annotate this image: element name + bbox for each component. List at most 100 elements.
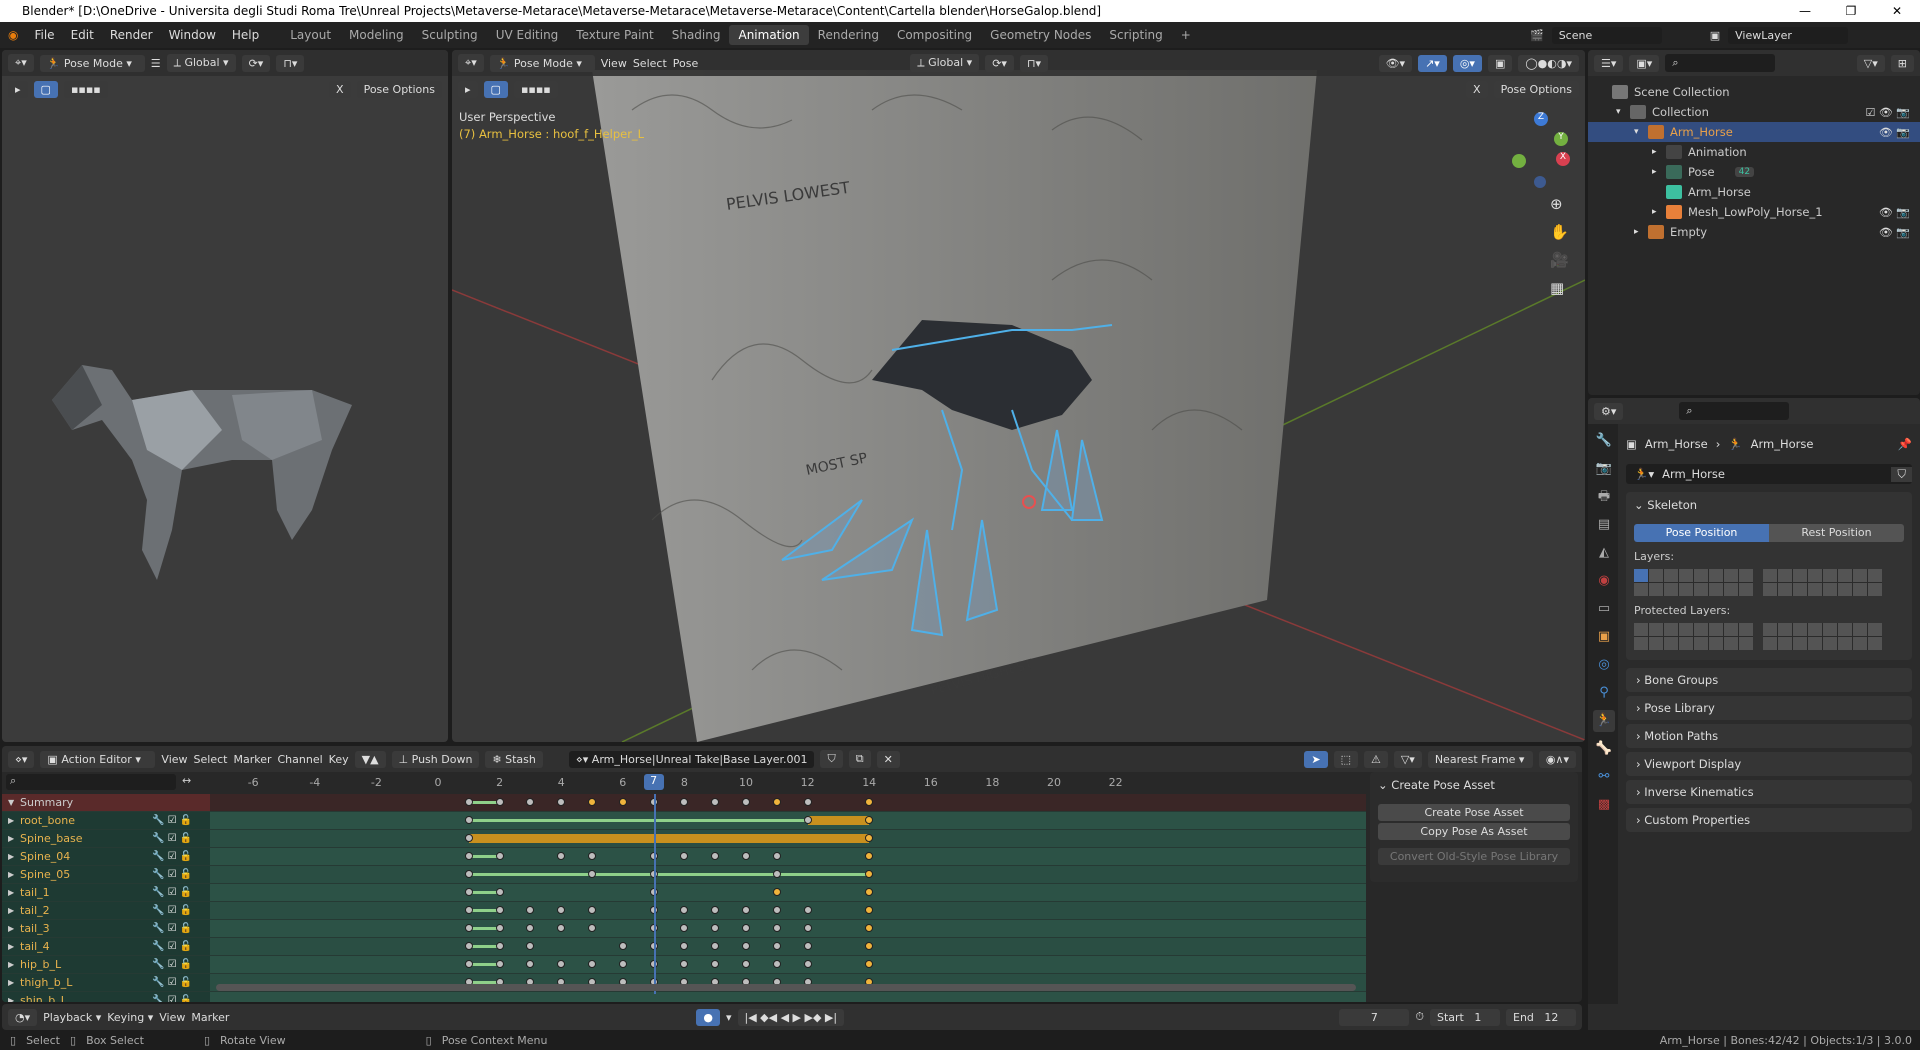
orientation-selector[interactable]: ⟂ Global ▾ — [910, 54, 980, 72]
start-frame-field[interactable]: Start 1 — [1430, 1008, 1500, 1026]
keyframe[interactable] — [865, 870, 874, 878]
keyframe[interactable] — [464, 816, 473, 824]
keyframe[interactable] — [865, 798, 874, 806]
show-hidden-icon[interactable]: ⬚ — [1333, 750, 1358, 768]
bone-constraint-tab-icon[interactable]: ⚯ — [1593, 766, 1615, 788]
keyframe[interactable] — [495, 924, 504, 932]
menu-view[interactable]: View — [601, 57, 627, 70]
hamburger-icon[interactable]: ☰ — [151, 57, 161, 70]
tab-modeling[interactable]: Modeling — [340, 25, 413, 45]
gizmo-neg-y[interactable] — [1512, 154, 1526, 168]
keyframe[interactable] — [772, 960, 781, 968]
visibility-icon[interactable]: 👁▾ — [1378, 54, 1413, 72]
snap-icon[interactable]: ⊓▾ — [276, 54, 305, 72]
expand-triangle-icon[interactable]: ▶ — [8, 812, 14, 829]
tab-geometry-nodes[interactable]: Geometry Nodes — [981, 25, 1100, 45]
menu-edit[interactable]: Edit — [63, 28, 102, 42]
tab-sculpting[interactable]: Sculpting — [413, 25, 487, 45]
stash-button[interactable]: ❄ Stash — [485, 750, 543, 768]
panel-motion-paths[interactable]: › Motion Paths — [1626, 724, 1912, 748]
expand-triangle-icon[interactable]: ▶ — [8, 920, 14, 937]
menu-select[interactable]: Select — [194, 753, 228, 766]
filter-icon[interactable]: ▽▾ — [1393, 750, 1422, 768]
skeleton-panel-header[interactable]: ⌄ Skeleton — [1634, 498, 1904, 518]
keyframe[interactable] — [865, 942, 874, 950]
menu-view[interactable]: View — [161, 753, 187, 766]
menu-key[interactable]: Key — [329, 753, 349, 766]
push-down-button[interactable]: ⊥ Push Down — [391, 750, 480, 768]
menu-window[interactable]: Window — [161, 28, 224, 42]
new-action-icon[interactable]: ⧉ — [848, 750, 871, 768]
auto-key-options-icon[interactable]: ▾ — [726, 1011, 732, 1024]
outliner-item[interactable]: Scene Collection — [1588, 82, 1920, 102]
world-tab-icon[interactable]: ◉ — [1593, 570, 1615, 592]
expand-triangle-icon[interactable]: ▶ — [8, 974, 14, 991]
rest-position-button[interactable]: Rest Position — [1769, 524, 1904, 542]
blender-logo-icon[interactable]: ◉ — [0, 28, 26, 42]
copy-pose-as-asset-button[interactable]: Copy Pose As Asset — [1378, 823, 1570, 840]
keyframe[interactable] — [742, 852, 750, 860]
keyframe[interactable] — [772, 798, 781, 806]
editor-type-button[interactable]: ⚙▾ — [1594, 402, 1624, 420]
keyframe[interactable] — [618, 960, 627, 968]
channel-name[interactable]: thigh_b_L — [20, 976, 72, 989]
keyframe[interactable] — [772, 906, 781, 914]
view-layer-selector[interactable]: ViewLayer — [1728, 26, 1849, 44]
keyframe[interactable] — [495, 888, 504, 896]
expand-triangle-icon[interactable]: ▶ — [8, 992, 14, 1002]
outliner-search-input[interactable]: ⌕ — [1665, 54, 1776, 72]
keyframe[interactable] — [680, 798, 689, 806]
maximize-button[interactable]: ❐ — [1828, 0, 1874, 22]
channel-toggles-icon[interactable]: 🔧 ☑ 🔓 — [152, 812, 192, 829]
main-3d-viewport[interactable]: PELVIS LOWEST MOST SP PELVIS HIGHEST ⌖▾ … — [452, 50, 1585, 742]
keyframe[interactable] — [711, 906, 720, 914]
overlays-toggle-icon[interactable]: ◎▾ — [1452, 54, 1482, 72]
keyframe[interactable] — [803, 924, 812, 932]
channel-name[interactable]: shin_b_L — [20, 994, 67, 1002]
outliner-item[interactable]: ▾ Arm_Horse 👁 📷 — [1588, 122, 1920, 142]
new-collection-icon[interactable]: ⊞ — [1890, 54, 1914, 72]
select-mode-options-icon[interactable]: ▪▪▪▪ — [63, 80, 108, 98]
outliner-item[interactable]: ▾ Collection ☑ 👁 📷 — [1588, 102, 1920, 122]
keyframe[interactable] — [865, 906, 874, 914]
properties-search-input[interactable]: ⌕ — [1679, 402, 1790, 420]
protected-layers-grid[interactable] — [1634, 623, 1904, 650]
keyframe[interactable] — [772, 852, 781, 860]
playhead-line[interactable] — [653, 794, 656, 994]
disclosure-triangle-icon[interactable]: ▸ — [1634, 227, 1648, 237]
channel-name[interactable]: Summary — [20, 796, 73, 809]
render-tab-icon[interactable]: 📷 — [1593, 458, 1615, 480]
menu-view[interactable]: View — [159, 1011, 185, 1024]
disclosure-triangle-icon[interactable]: ▸ — [1652, 147, 1666, 157]
editor-type-button[interactable]: ⌖▾ — [458, 54, 484, 72]
channel-toggles-icon[interactable]: 🔧 ☑ 🔓 — [152, 956, 192, 973]
select-tool-icon[interactable]: ▸ — [458, 80, 478, 98]
keyframe[interactable] — [865, 816, 874, 824]
channel-row[interactable]: ▶ tail_2 🔧 ☑ 🔓 — [2, 902, 1366, 919]
keyframe[interactable] — [618, 942, 627, 950]
armature-data-tab-icon[interactable]: 🏃 — [1593, 710, 1615, 732]
keyframe[interactable] — [526, 906, 535, 914]
tab-rendering[interactable]: Rendering — [809, 25, 888, 45]
snap-icon[interactable]: ⊓▾ — [1019, 54, 1049, 72]
auto-keying-toggle[interactable]: ● — [696, 1008, 720, 1026]
disclosure-triangle-icon[interactable]: ▾ — [1616, 107, 1630, 117]
pivot-icon[interactable]: ⟳▾ — [241, 54, 271, 72]
preview-range-icon[interactable]: ⏱ — [1415, 1010, 1424, 1024]
keyframe[interactable] — [742, 798, 750, 806]
channel-row[interactable]: ▶ hip_b_L 🔧 ☑ 🔓 — [2, 956, 1366, 973]
expand-triangle-icon[interactable]: ▶ — [8, 938, 14, 955]
only-errors-icon[interactable]: ⚠ — [1363, 750, 1388, 768]
keyframe[interactable] — [464, 960, 473, 968]
playhead-frame-indicator[interactable]: 7 — [643, 774, 664, 790]
menu-marker[interactable]: Marker — [233, 753, 271, 766]
select-tool-icon[interactable]: ▸ — [8, 80, 28, 98]
editor-type-button[interactable]: ⌖▾ — [8, 54, 34, 72]
keyframe[interactable] — [711, 852, 720, 860]
channel-row[interactable]: ▶ tail_4 🔧 ☑ 🔓 — [2, 938, 1366, 955]
keyframe[interactable] — [680, 852, 689, 860]
channel-toggles-icon[interactable]: 🔧 ☑ 🔓 — [152, 920, 192, 937]
keyframe[interactable] — [464, 924, 473, 932]
keyframe[interactable] — [742, 960, 750, 968]
channel-name[interactable]: tail_1 — [20, 886, 50, 899]
